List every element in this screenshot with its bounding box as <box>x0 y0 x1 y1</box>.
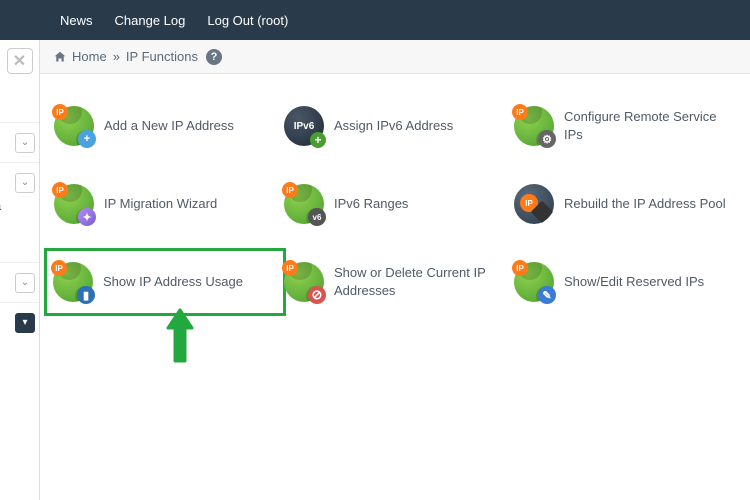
item-ipv6-ranges[interactable]: IPv6 IPv6 Ranges <box>280 180 510 228</box>
top-nav: News Change Log Log Out (root) <box>0 0 750 40</box>
close-icon[interactable]: ✕ <box>7 48 33 74</box>
globe-icon: IPv6 <box>284 184 324 224</box>
item-reserved-ips[interactable]: IP✎ Show/Edit Reserved IPs <box>510 258 740 306</box>
chevron-down-icon[interactable]: ⌄ <box>15 273 35 293</box>
item-label: Show/Edit Reserved IPs <box>564 273 704 291</box>
nav-logout[interactable]: Log Out (root) <box>207 13 288 28</box>
breadcrumb-current: IP Functions <box>126 49 198 64</box>
home-icon[interactable] <box>54 51 66 63</box>
globe-icon: IP⚙ <box>514 106 554 146</box>
sidebar-collapsed: ✕ ⌄ ⌄ a ⌄ ▾ <box>0 40 40 500</box>
globe-icon: IP▮ <box>53 262 93 302</box>
breadcrumb-home[interactable]: Home <box>72 49 107 64</box>
globe-icon: IP+ <box>54 106 94 146</box>
chevron-down-active-icon[interactable]: ▾ <box>15 313 35 333</box>
globe-icon: IP✦ <box>54 184 94 224</box>
item-label: Show or Delete Current IP Addresses <box>334 264 506 299</box>
globe-icon: IP✎ <box>514 262 554 302</box>
item-label: Add a New IP Address <box>104 117 234 135</box>
help-icon[interactable]: ? <box>206 49 222 65</box>
breadcrumb-sep: » <box>113 49 120 64</box>
chevron-down-icon[interactable]: ⌄ <box>15 173 35 193</box>
item-label: Show IP Address Usage <box>103 273 243 291</box>
item-label: IP Migration Wizard <box>104 195 217 213</box>
ipv6-icon: IPv6+ <box>284 106 324 146</box>
item-label: Rebuild the IP Address Pool <box>564 195 726 213</box>
nav-news[interactable]: News <box>60 13 93 28</box>
item-rebuild-pool[interactable]: IP Rebuild the IP Address Pool <box>510 180 740 228</box>
main-content: Home » IP Functions ? IP+ Add a New IP A… <box>40 40 750 500</box>
breadcrumb: Home » IP Functions ? <box>40 40 750 74</box>
item-show-ip-usage[interactable]: IP▮ Show IP Address Usage <box>44 248 286 316</box>
globe-icon: IP⊘ <box>284 262 324 302</box>
item-add-new-ip[interactable]: IP+ Add a New IP Address <box>50 102 280 150</box>
item-configure-remote[interactable]: IP⚙ Configure Remote Service IPs <box>510 102 740 150</box>
item-label: Configure Remote Service IPs <box>564 108 736 143</box>
chevron-down-icon[interactable]: ⌄ <box>15 133 35 153</box>
item-label: Assign IPv6 Address <box>334 117 453 135</box>
wrench-icon: IP <box>514 184 554 224</box>
item-show-delete-ip[interactable]: IP⊘ Show or Delete Current IP Addresses <box>280 258 510 306</box>
nav-changelog[interactable]: Change Log <box>115 13 186 28</box>
item-assign-ipv6[interactable]: IPv6+ Assign IPv6 Address <box>280 102 510 150</box>
item-label: IPv6 Ranges <box>334 195 408 213</box>
item-migration-wizard[interactable]: IP✦ IP Migration Wizard <box>50 180 280 228</box>
sidebar-letter: a <box>0 198 1 213</box>
